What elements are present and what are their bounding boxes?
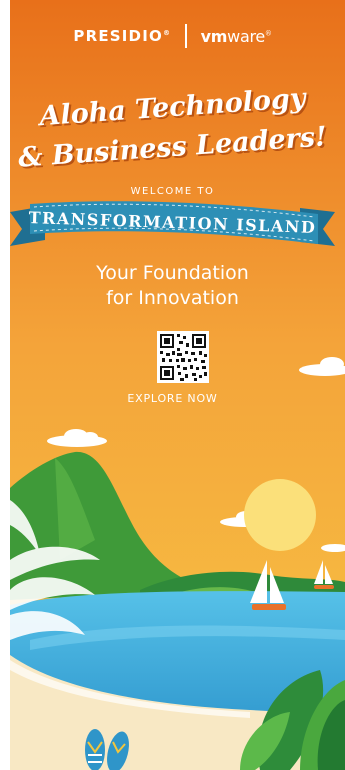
vmware-logo: vmware® xyxy=(200,26,272,46)
explore-now-link[interactable]: EXPLORE NOW xyxy=(0,392,345,405)
presidio-logo: PRESIDIO® xyxy=(73,27,172,45)
welcome-label: WELCOME TO xyxy=(130,186,215,197)
sun-icon xyxy=(244,479,316,551)
tagline-line-2: for Innovation xyxy=(106,287,239,309)
qr-code-icon[interactable] xyxy=(157,331,209,383)
tagline-line-1: Your Foundation xyxy=(96,262,249,284)
partner-logos: PRESIDIO® vmware® xyxy=(0,24,345,48)
logo-divider xyxy=(185,24,187,48)
promo-banner: PRESIDIO® vmware® Aloha Technology & Bus… xyxy=(0,0,345,770)
